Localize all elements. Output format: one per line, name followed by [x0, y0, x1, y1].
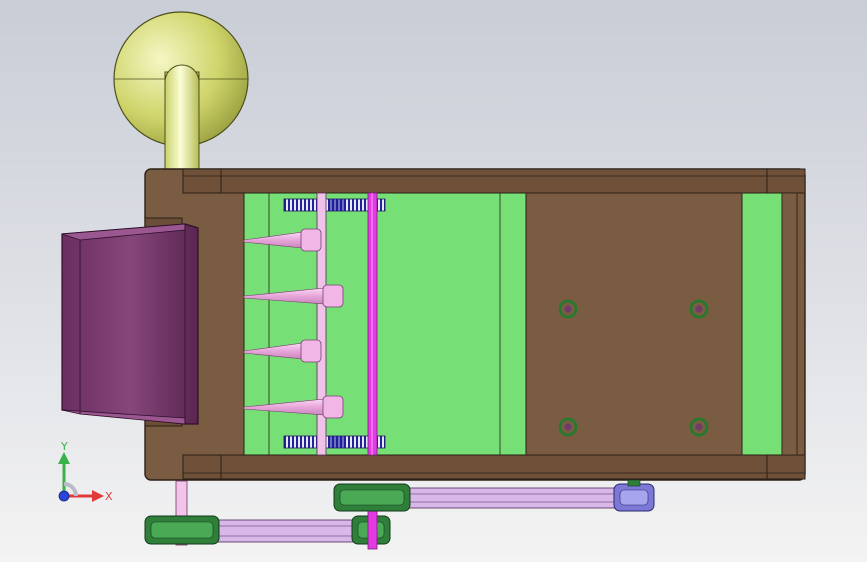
center-panel[interactable]: [525, 192, 743, 456]
cad-viewport[interactable]: Y X: [0, 0, 867, 562]
bolt: [689, 299, 709, 319]
y-axis-label: Y: [60, 440, 68, 453]
belt-drive-right[interactable]: [333, 479, 655, 512]
left-plate[interactable]: [243, 192, 527, 456]
feed-hopper[interactable]: [61, 223, 199, 425]
x-axis-arrow: [92, 490, 104, 502]
y-axis-arrow: [58, 452, 70, 464]
fan-duct[interactable]: [164, 71, 200, 173]
bolt: [558, 299, 578, 319]
blower-fan[interactable]: [113, 11, 249, 173]
bolt: [689, 417, 709, 437]
magenta-shaft[interactable]: [367, 192, 378, 456]
x-axis-label: X: [105, 490, 113, 503]
machine-model[interactable]: [0, 0, 867, 562]
right-plate[interactable]: [741, 192, 783, 456]
bolt: [558, 417, 578, 437]
axis-triad: Y X: [58, 440, 113, 503]
z-axis-dot: [58, 490, 70, 502]
